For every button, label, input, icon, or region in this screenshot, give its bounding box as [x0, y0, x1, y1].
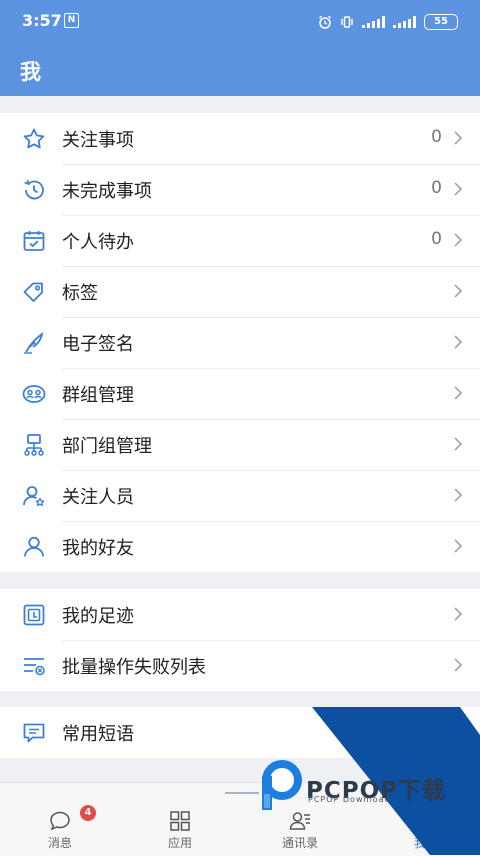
tab-apps[interactable]: 应用 — [120, 783, 240, 856]
chevron-right-icon — [454, 607, 463, 621]
status-time: 3:57 — [22, 11, 62, 30]
nfc-icon: N — [64, 13, 79, 28]
menu-item-label: 标签 — [62, 282, 98, 304]
chevron-right-icon — [454, 335, 463, 349]
signature-feather-icon — [20, 329, 48, 357]
menu-item-my-footprint[interactable]: 我的足迹 — [0, 589, 480, 640]
chevron-right-icon — [454, 233, 463, 247]
tab-messages[interactable]: 4 消息 — [0, 783, 120, 856]
menu-item-label: 批量操作失败列表 — [62, 656, 206, 678]
signal-icon-2 — [393, 16, 416, 28]
menu-item-group-management[interactable]: 群组管理 — [0, 368, 480, 419]
menu-group-history: 我的足迹 批量操作失败列表 — [0, 589, 480, 691]
vibrate-icon — [341, 16, 353, 28]
unread-badge: 4 — [80, 805, 96, 821]
chevron-right-icon — [454, 386, 463, 400]
menu-group-phrases: 常用短语 — [0, 707, 480, 758]
message-phrase-icon — [20, 719, 48, 747]
menu-item-personal-todo[interactable]: 个人待办 0 — [0, 215, 480, 266]
menu-item-label: 关注人员 — [62, 486, 134, 508]
menu-item-batch-fail-list[interactable]: 批量操作失败列表 — [0, 640, 480, 691]
menu-group-main: 关注事项 0 未完成事项 0 个人待办 0 标签 电子签名 群组管理 部门组管理… — [0, 113, 480, 572]
menu-item-common-phrases[interactable]: 常用短语 — [0, 707, 480, 758]
org-chart-icon — [20, 431, 48, 459]
chevron-right-icon — [454, 658, 463, 672]
tab-contacts[interactable]: 通讯录 — [240, 783, 360, 856]
followed-person-icon — [20, 482, 48, 510]
menu-item-label: 未完成事项 — [62, 180, 152, 202]
alarm-icon — [318, 15, 332, 29]
group-icon — [20, 380, 48, 408]
status-indicators: 55 — [318, 12, 458, 32]
app-header: 我 — [0, 44, 480, 96]
status-bar: 3:57 N 55 — [0, 0, 480, 44]
menu-item-unfinished-matters[interactable]: 未完成事项 0 — [0, 164, 480, 215]
menu-item-label: 关注事项 — [62, 129, 134, 151]
chevron-right-icon — [454, 539, 463, 553]
chevron-right-icon — [454, 725, 463, 739]
batch-fail-list-icon — [20, 652, 48, 680]
tab-label: 通讯录 — [281, 836, 318, 850]
item-count: 0 — [431, 178, 442, 198]
chevron-right-icon — [454, 437, 463, 451]
menu-item-label: 常用短语 — [62, 723, 134, 745]
history-icon — [20, 176, 48, 204]
tab-me[interactable]: 我 — [360, 783, 480, 856]
menu-item-department-group-management[interactable]: 部门组管理 — [0, 419, 480, 470]
battery-indicator: 55 — [424, 14, 458, 30]
menu-item-tags[interactable]: 标签 — [0, 266, 480, 317]
calendar-check-icon — [20, 227, 48, 255]
menu-item-followed-people[interactable]: 关注人员 — [0, 470, 480, 521]
chevron-right-icon — [454, 182, 463, 196]
tab-label: 消息 — [47, 836, 72, 850]
signal-icon-1 — [362, 16, 385, 28]
menu-item-label: 群组管理 — [62, 384, 134, 406]
item-count: 0 — [431, 127, 442, 147]
chevron-right-icon — [454, 131, 463, 145]
menu-item-my-friends[interactable]: 我的好友 — [0, 521, 480, 572]
chat-bubble-icon — [50, 811, 70, 831]
contacts-icon — [289, 812, 310, 830]
star-icon — [20, 125, 48, 153]
chevron-right-icon — [454, 284, 463, 298]
chevron-right-icon — [454, 488, 463, 502]
tag-icon — [20, 278, 48, 306]
menu-item-label: 部门组管理 — [62, 435, 152, 457]
item-count: 0 — [431, 229, 442, 249]
tab-label: 我 — [413, 836, 426, 850]
apps-grid-icon — [170, 811, 190, 831]
tab-label: 应用 — [167, 836, 192, 850]
menu-item-label: 我的足迹 — [62, 605, 134, 627]
me-icon — [411, 812, 429, 830]
menu-item-e-signature[interactable]: 电子签名 — [0, 317, 480, 368]
footprint-icon — [20, 601, 48, 629]
person-icon — [20, 533, 48, 561]
menu-item-label: 个人待办 — [62, 231, 134, 253]
bottom-navigation: 4 消息 应用 通讯录 我 — [0, 782, 480, 856]
menu-item-label: 我的好友 — [62, 537, 134, 559]
menu-item-followed-matters[interactable]: 关注事项 0 — [0, 113, 480, 164]
menu-item-label: 电子签名 — [62, 333, 134, 355]
page-title: 我 — [20, 60, 41, 84]
